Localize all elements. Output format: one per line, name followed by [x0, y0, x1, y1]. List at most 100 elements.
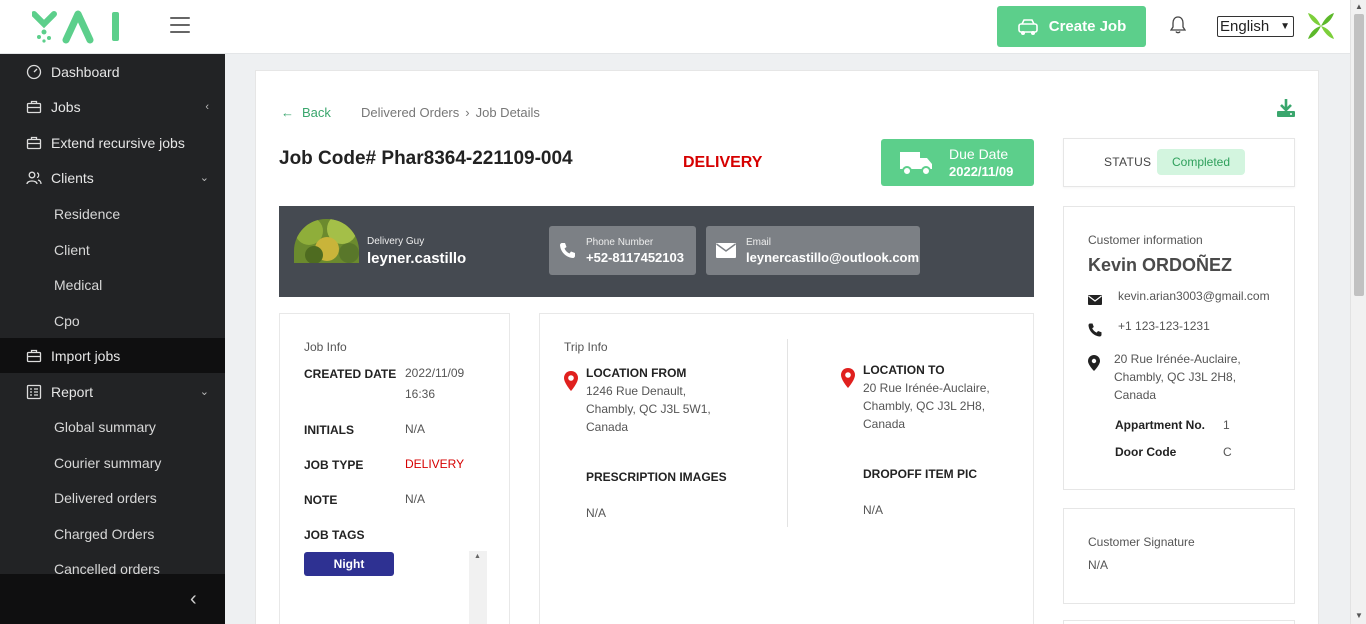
prescription-images-value: N/A	[586, 506, 607, 520]
sidebar-item-report[interactable]: Report ⌄	[0, 374, 225, 409]
phone-icon	[560, 243, 575, 258]
back-label: Back	[302, 105, 331, 120]
sidebar-item-label: Import jobs	[51, 347, 121, 364]
language-value: English	[1220, 18, 1270, 35]
chevron-right-icon: ›	[465, 105, 470, 120]
sidebar-item-import-jobs[interactable]: Import jobs	[0, 338, 225, 373]
yai-logo[interactable]	[32, 10, 124, 44]
scroll-up-icon[interactable]: ▲	[1355, 2, 1363, 11]
address-line: 1246 Rue Denault,	[586, 384, 687, 398]
job-code-title: Job Code# Phar8364-221109-004	[279, 148, 573, 169]
due-date-value: 2022/11/09	[949, 163, 1014, 179]
job-tag-badge[interactable]: Night	[304, 552, 394, 576]
customer-signature-panel: Customer Signature N/A	[1063, 508, 1295, 604]
breadcrumb-delivered-orders[interactable]: Delivered Orders	[361, 105, 459, 120]
status-badge: Completed	[1157, 149, 1245, 175]
driver-avatar	[294, 219, 359, 263]
email-value: leynercastillo@outlook.com	[746, 249, 920, 265]
sidebar-item-extend-recursive-jobs[interactable]: Extend recursive jobs	[0, 125, 225, 160]
page-scrollbar[interactable]: ▲ ▼	[1350, 0, 1366, 624]
signature-label: Customer Signature	[1088, 535, 1195, 549]
customer-phone[interactable]: +1 123-123-1231	[1118, 317, 1210, 335]
menu-toggle-button[interactable]	[170, 17, 190, 35]
delivery-guy-bar: Delivery Guy leyner.castillo Phone Numbe…	[279, 206, 1034, 297]
customer-info-panel: Customer information Kevin ORDOÑEZ kevin…	[1063, 206, 1295, 490]
sidebar-sub-medical[interactable]: Medical	[54, 277, 102, 293]
job-type-heading: DELIVERY	[683, 154, 763, 171]
scrollbar-thumb[interactable]	[1354, 14, 1364, 296]
sidebar: Dashboard Jobs ‹ Extend recursive jobs C…	[0, 54, 225, 624]
next-panel-edge	[1063, 620, 1295, 624]
sidebar-sub-delivered-orders[interactable]: Delivered orders	[54, 490, 157, 506]
sidebar-sub-global-summary[interactable]: Global summary	[54, 419, 156, 435]
created-date: 2022/11/09	[405, 366, 465, 380]
signature-value: N/A	[1088, 558, 1109, 572]
due-date-label: Due Date	[949, 145, 1009, 162]
phone-value: +52-8117452103	[586, 249, 684, 265]
created-time: 16:36	[405, 387, 436, 401]
created-date-value: 2022/11/09 16:36	[405, 363, 464, 405]
scroll-up-icon[interactable]: ▲	[474, 553, 481, 560]
chevron-down-icon: ▼	[1280, 21, 1290, 32]
truck-icon	[900, 151, 932, 176]
job-type-value: DELIVERY	[405, 457, 465, 471]
delivery-guy-name: leyner.castillo	[367, 250, 467, 267]
door-code-label: Door Code	[1115, 445, 1177, 459]
sidebar-item-label: Report	[51, 383, 94, 400]
due-date-box: Due Date 2022/11/09	[881, 139, 1034, 186]
apartment-label: Appartment No.	[1115, 418, 1205, 432]
sidebar-item-label: Extend recursive jobs	[51, 134, 185, 151]
sidebar-sub-courier-summary[interactable]: Courier summary	[54, 455, 161, 471]
sidebar-sub-client[interactable]: Client	[54, 242, 90, 258]
create-job-button[interactable]: Create Job	[997, 6, 1146, 47]
customer-address: 20 Rue Irénée-Auclaire, Chambly, QC J3L …	[1114, 350, 1241, 404]
driver-email-pill[interactable]: Email leynercastillo@outlook.com	[706, 226, 920, 275]
chevron-down-icon: ⌄	[199, 386, 209, 398]
map-pin-icon	[564, 371, 578, 391]
driver-phone-pill[interactable]: Phone Number +52-8117452103	[549, 226, 696, 275]
sidebar-item-jobs[interactable]: Jobs ‹	[0, 89, 225, 124]
location-from-address: 1246 Rue Denault, Chambly, QC J3L 5W1, C…	[586, 382, 711, 436]
created-date-label: CREATED DATE	[304, 367, 397, 381]
customer-email[interactable]: kevin.arian3003@gmail.com	[1118, 287, 1270, 305]
download-icon[interactable]	[1276, 98, 1296, 118]
location-from-label: LOCATION FROM	[586, 366, 687, 380]
sidebar-sub-charged-orders[interactable]: Charged Orders	[54, 526, 154, 542]
scroll-down-icon[interactable]: ▼	[1355, 611, 1363, 620]
envelope-icon	[716, 243, 736, 258]
chevron-down-icon: ⌄	[199, 172, 209, 184]
door-code-value: C	[1223, 445, 1232, 459]
apartment-value: 1	[1223, 418, 1230, 432]
envelope-icon	[1088, 295, 1102, 305]
arrow-left-icon: ←	[281, 105, 294, 120]
prescription-images-label: PRESCRIPTION IMAGES	[586, 470, 727, 484]
address-line: 20 Rue Irénée-Auclaire,	[863, 381, 990, 395]
sidebar-item-dashboard[interactable]: Dashboard	[0, 54, 225, 89]
delivery-guy-label: Delivery Guy	[367, 236, 425, 247]
chevron-left-icon[interactable]: ‹	[190, 588, 197, 611]
bell-icon[interactable]	[1170, 16, 1186, 34]
brand-avatar-icon[interactable]	[1306, 11, 1336, 41]
top-bar: Create Job English ▼	[0, 0, 1350, 54]
customer-name: Kevin ORDOÑEZ	[1088, 255, 1233, 275]
sidebar-item-clients[interactable]: Clients ⌄	[0, 160, 225, 195]
language-select[interactable]: English ▼	[1217, 16, 1294, 37]
address-line: Canada	[1114, 388, 1157, 402]
job-info-title: Job Info	[304, 340, 347, 354]
location-to-address: 20 Rue Irénée-Auclaire, Chambly, QC J3L …	[863, 379, 990, 433]
sidebar-item-label: Jobs	[51, 98, 81, 115]
sidebar-sub-residence[interactable]: Residence	[54, 206, 120, 222]
create-job-label: Create Job	[1048, 18, 1127, 35]
note-value: N/A	[405, 492, 426, 506]
trip-info-panel: Trip Info LOCATION FROM 1246 Rue Denault…	[539, 313, 1034, 624]
address-line: Chambly, QC J3L 5W1,	[586, 402, 711, 416]
chevron-left-icon: ‹	[205, 100, 209, 113]
back-link[interactable]: ← Back	[281, 105, 331, 120]
briefcase-icon	[26, 349, 42, 362]
sidebar-item-label: Clients	[51, 169, 94, 186]
tags-scrollbar[interactable]: ▲	[469, 551, 487, 624]
address-line: 20 Rue Irénée-Auclaire,	[1114, 352, 1241, 366]
address-line: Canada	[586, 420, 629, 434]
sidebar-item-label: Dashboard	[51, 63, 120, 80]
sidebar-sub-cpo[interactable]: Cpo	[54, 313, 80, 329]
